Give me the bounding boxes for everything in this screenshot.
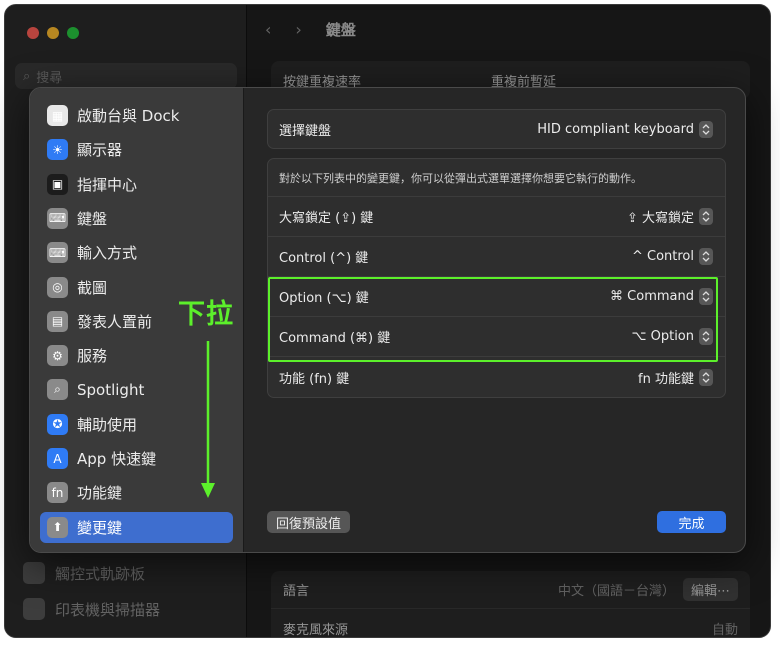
modifier-select[interactable]: ⇪ 大寫鎖定	[627, 207, 713, 226]
sidebar-item[interactable]: ▣ 指揮中心	[40, 169, 233, 200]
sidebar-item-label: 輸入方式	[77, 244, 138, 263]
sidebar-item[interactable]: ▦ 啟動台與 Dock	[40, 100, 233, 131]
sidebar-item-label: 發表人置前	[77, 312, 153, 331]
modifier-row: 功能 (fn) 鍵 fn 功能鍵	[268, 357, 725, 397]
updown-chevron-icon	[699, 368, 713, 386]
mission-control-icon: ▣	[47, 173, 68, 195]
keyboard-select-card: 選擇鍵盤 HID compliant keyboard	[267, 109, 726, 149]
modifier-select[interactable]: ^ Control	[632, 248, 713, 265]
modifier-label: 功能 (fn) 鍵	[279, 371, 350, 387]
screenshot-icon: ◎	[47, 276, 68, 298]
spotlight-icon: ⌕	[47, 379, 68, 401]
services-gear-icon: ⚙	[47, 345, 68, 367]
sidebar-item-label: 啟動台與 Dock	[77, 107, 180, 125]
sidebar-item-label: 顯示器	[77, 141, 123, 160]
sidebar-item-label: 截圖	[77, 278, 108, 297]
annotation-down-arrow-icon	[201, 341, 215, 498]
sidebar-item-label: App 快速鍵	[77, 450, 157, 468]
modifier-select-value: ⇪ 大寫鎖定	[626, 211, 694, 226]
fn-key-icon: fn	[47, 482, 68, 504]
sidebar-item-label: Spotlight	[77, 380, 145, 399]
sidebar-item-label: 輔助使用	[77, 415, 138, 434]
sidebar-item-label: 變更鍵	[77, 518, 123, 537]
modifier-select-value: ^ Control	[631, 249, 694, 264]
modifier-row: 大寫鎖定 (⇪) 鍵 ⇪ 大寫鎖定	[268, 197, 725, 237]
sidebar-item[interactable]: ⌨ 鍵盤	[40, 203, 233, 234]
sidebar-item-label: 鍵盤	[77, 209, 108, 228]
modifier-label: 大寫鎖定 (⇪) 鍵	[279, 211, 374, 226]
sidebar-item-label: 服務	[77, 347, 108, 366]
modifier-label: Control (^) 鍵	[279, 251, 369, 266]
accessibility-icon: ✪	[47, 413, 68, 435]
annotation-highlight-box	[268, 277, 718, 362]
modifier-description: 對於以下列表中的變更鍵，你可以從彈出式選單選擇你想要它執行的動作。	[268, 159, 725, 197]
modifier-keys-icon: ⬆	[47, 516, 68, 538]
sidebar-item[interactable]: ⌨ 輸入方式	[40, 237, 233, 268]
keyboard-select-label: 選擇鍵盤	[279, 123, 332, 139]
launchpad-icon: ▦	[47, 105, 68, 126]
modifier-select-value: fn 功能鍵	[638, 371, 694, 387]
updown-chevron-icon	[699, 248, 713, 265]
modifier-row: Control (^) 鍵 ^ Control	[268, 237, 725, 277]
done-button[interactable]: 完成	[657, 511, 726, 533]
keyboard-icon: ⌨	[47, 207, 68, 229]
app-store-icon: A	[47, 448, 68, 469]
sidebar-item[interactable]: ⬆ 變更鍵	[40, 511, 233, 543]
annotation-text: 下拉	[178, 299, 234, 330]
restore-defaults-button[interactable]: 回復預設值	[267, 511, 351, 533]
keyboard-select-value: HID compliant keyboard	[537, 121, 694, 137]
presenter-icon: ▤	[47, 310, 68, 332]
display-icon: ☀	[47, 139, 68, 161]
sidebar-item[interactable]: ☀ 顯示器	[40, 134, 233, 165]
sidebar-item-label: 功能鍵	[77, 484, 123, 503]
updown-chevron-icon	[699, 120, 713, 138]
sidebar-item-label: 指揮中心	[77, 175, 138, 194]
modifier-select[interactable]: fn 功能鍵	[638, 368, 713, 387]
updown-chevron-icon	[699, 208, 713, 225]
input-sources-icon: ⌨	[47, 242, 68, 264]
keyboard-select[interactable]: HID compliant keyboard	[537, 120, 713, 138]
